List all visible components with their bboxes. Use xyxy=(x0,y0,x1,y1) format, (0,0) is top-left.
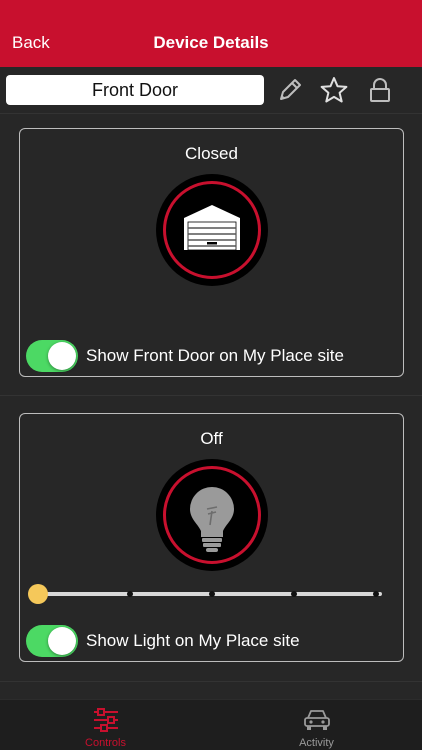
device-name-field[interactable]: Front Door xyxy=(6,75,264,105)
garage-door-control[interactable] xyxy=(156,174,268,286)
sliders-icon xyxy=(94,708,118,732)
nav-bar: Back Device Details xyxy=(0,0,422,67)
brightness-slider[interactable] xyxy=(28,582,382,606)
door-visibility-toggle[interactable] xyxy=(26,340,78,372)
tab-activity-label: Activity xyxy=(299,737,334,749)
car-icon xyxy=(304,710,330,730)
star-icon[interactable] xyxy=(320,76,348,104)
divider xyxy=(0,681,422,682)
slider-tick xyxy=(127,591,133,597)
toggle-knob xyxy=(48,342,76,370)
slider-tick xyxy=(291,591,297,597)
tab-controls-label: Controls xyxy=(85,737,126,749)
garage-door-card: Closed Show Front Door on My Place site xyxy=(19,128,404,377)
light-card: Off Show Light on My Place site xyxy=(19,413,404,662)
divider xyxy=(0,113,422,114)
door-visibility-label: Show Front Door on My Place site xyxy=(86,346,344,365)
garage-door-icon xyxy=(184,205,240,251)
light-status: Off xyxy=(200,429,223,448)
slider-tick xyxy=(373,591,379,597)
back-button[interactable]: Back xyxy=(12,33,50,53)
device-name-row: Front Door xyxy=(0,67,422,113)
light-bulb-icon xyxy=(190,487,234,552)
pencil-icon[interactable] xyxy=(276,76,304,104)
divider xyxy=(0,395,422,396)
lock-icon[interactable] xyxy=(366,76,394,104)
light-control[interactable] xyxy=(156,459,268,571)
tab-bar: Controls Activity xyxy=(0,699,422,750)
tab-controls[interactable]: Controls xyxy=(0,700,211,750)
door-status: Closed xyxy=(185,144,238,163)
slider-tick xyxy=(209,591,215,597)
light-visibility-toggle[interactable] xyxy=(26,625,78,657)
tab-activity[interactable]: Activity xyxy=(211,700,422,750)
page-title: Device Details xyxy=(153,33,269,52)
light-visibility-label: Show Light on My Place site xyxy=(86,631,300,650)
toggle-knob xyxy=(48,627,76,655)
slider-thumb[interactable] xyxy=(28,584,48,604)
